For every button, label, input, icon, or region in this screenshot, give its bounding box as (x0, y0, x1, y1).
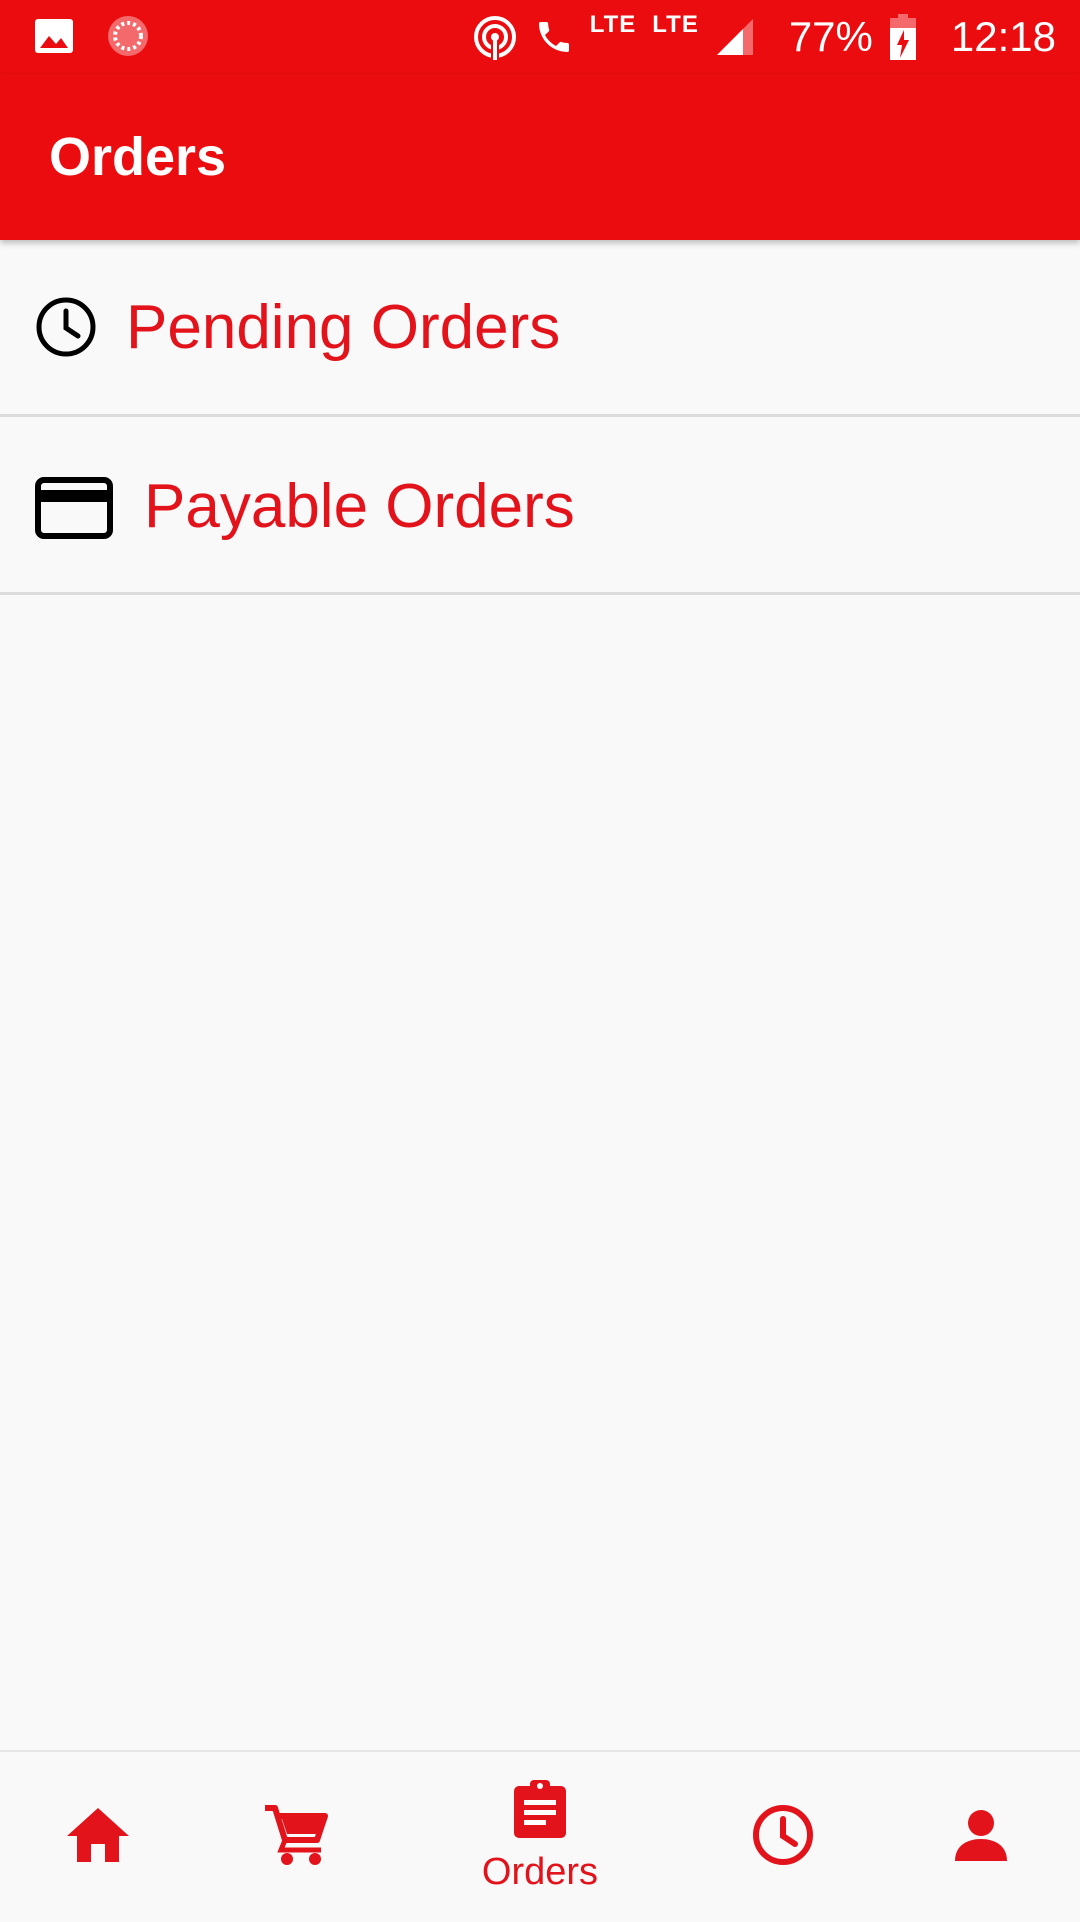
credit-card-icon (35, 477, 113, 539)
loading-notification-icon (106, 14, 150, 63)
assignment-icon (512, 1780, 568, 1845)
orders-list: Pending Orders Payable Orders (0, 240, 1080, 595)
list-item-payable-orders[interactable]: Payable Orders (0, 417, 1080, 595)
person-icon (954, 1809, 1008, 1866)
signal-icon (715, 17, 755, 57)
nav-orders-label: Orders (481, 1851, 599, 1893)
hotspot-icon (472, 14, 518, 60)
nav-profile[interactable] (931, 1752, 1031, 1922)
battery-percent: 77% (788, 13, 873, 60)
battery-charging-icon (889, 14, 917, 60)
clock-icon (34, 295, 98, 359)
history-clock-icon (751, 1803, 815, 1872)
clock-time: 12:18 (950, 13, 1056, 60)
payable-orders-label: Payable Orders (144, 472, 575, 541)
cart-icon (263, 1804, 329, 1871)
lte-label-2: LTE (652, 11, 699, 38)
lte-label-1: LTE (589, 11, 637, 38)
status-left (34, 14, 150, 63)
nav-home[interactable] (48, 1752, 148, 1922)
volte-call-icon (534, 17, 574, 57)
status-right: LTE LTE 77% 12:18 (472, 0, 1056, 74)
bottom-navigation: Orders (0, 1750, 1080, 1922)
app-bar: Orders (0, 74, 1080, 240)
gallery-notification-icon (34, 18, 74, 59)
status-bar: LTE LTE 77% 12:18 (0, 0, 1080, 74)
nav-history[interactable] (733, 1752, 833, 1922)
nav-orders[interactable]: Orders (460, 1752, 620, 1922)
nav-cart[interactable] (246, 1752, 346, 1922)
home-icon (65, 1806, 131, 1869)
pending-orders-label: Pending Orders (126, 293, 561, 362)
list-item-pending-orders[interactable]: Pending Orders (0, 240, 1080, 417)
page-title: Orders (49, 127, 227, 187)
